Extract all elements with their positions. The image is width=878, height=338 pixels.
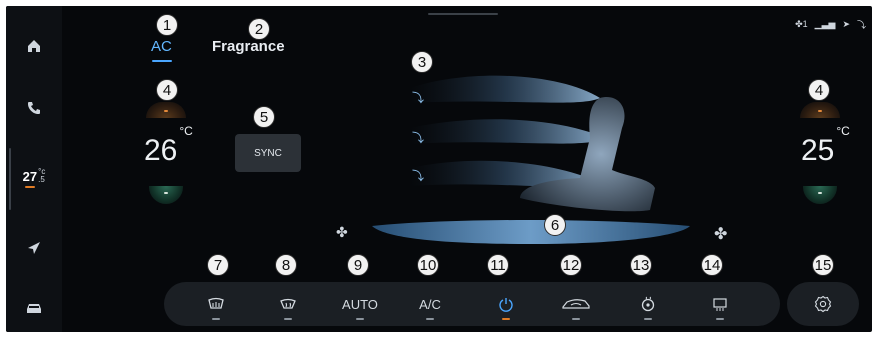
callout-9: 9 (347, 254, 369, 276)
status-bar: ✤1 ▁▃▅ ➤ ⤵ (795, 18, 866, 31)
left-temperature: 26°C (144, 124, 193, 168)
right-temp-up-button[interactable] (800, 102, 840, 118)
power-indicator (502, 318, 510, 320)
callout-14: 14 (701, 254, 723, 276)
rear-defrost-indicator (212, 318, 220, 320)
rear-defrost-button[interactable] (190, 282, 242, 326)
right-temp-down-button[interactable] (803, 186, 837, 204)
callout-10: 10 (417, 254, 439, 276)
rear-defrost-icon (208, 297, 224, 309)
seat-graphic (520, 97, 655, 212)
settings-icon (814, 295, 832, 313)
sidebar-temperature[interactable]: 27 °c .5 (6, 156, 62, 196)
ac-indicator (426, 318, 434, 320)
sidebar: 27 °c .5 (6, 6, 62, 332)
sidebar-phone[interactable] (6, 88, 62, 128)
left-temp-value: 26 (144, 134, 178, 167)
navigation-icon (28, 242, 40, 254)
front-defrost-button[interactable] (262, 282, 314, 326)
callout-4-left: 4 (156, 79, 178, 101)
airflow-upper (410, 75, 600, 103)
settings-button[interactable] (787, 282, 859, 326)
sidebar-temp-decimal: .5 (38, 175, 45, 184)
callout-7: 7 (207, 254, 229, 276)
sidebar-temp-value: 27 (22, 168, 38, 184)
callout-6: 6 (544, 214, 566, 236)
left-temp-down-button[interactable] (149, 186, 183, 204)
tab-active-indicator (152, 60, 172, 62)
front-defrost-icon (280, 298, 296, 309)
ac-button[interactable]: A/C (404, 282, 456, 326)
auto-label: AUTO (342, 296, 378, 312)
airflow-visual: ⤵ ⤵ ⤵ (350, 58, 710, 248)
vent-feet-icon: ⤵ (412, 169, 424, 183)
sidebar-vehicle[interactable] (6, 288, 62, 328)
callout-1: 1 (156, 14, 178, 36)
steering-wheel-heat-button[interactable] (622, 282, 674, 326)
floor-airflow (372, 220, 690, 244)
tab-ac[interactable]: AC (151, 38, 172, 55)
right-temp-unit: °C (836, 124, 850, 138)
right-temp-value: 25 (801, 134, 835, 167)
auto-indicator (356, 318, 364, 320)
callout-11: 11 (487, 254, 509, 276)
home-icon (28, 40, 40, 52)
callout-13: 13 (630, 254, 652, 276)
vent-body-icon: ⤵ (412, 131, 424, 145)
callout-3: 3 (411, 51, 433, 73)
left-temp-unit: °C (179, 124, 193, 138)
left-temp-up-button[interactable] (146, 102, 186, 118)
steering-wheel-heat-indicator (644, 318, 652, 320)
recirculation-indicator (572, 318, 580, 320)
callout-4-right: 4 (808, 79, 830, 101)
auto-button[interactable]: AUTO (334, 282, 386, 326)
vent-face-icon: ⤵ (412, 91, 424, 105)
callout-15: 15 (812, 254, 834, 276)
power-icon (499, 298, 513, 312)
seat-airflow-graphic: ⤵ ⤵ ⤵ (372, 75, 690, 244)
drag-handle[interactable] (428, 13, 498, 15)
signal-icon: ▁▃▅ (814, 19, 836, 29)
sidebar-navigation[interactable] (6, 228, 62, 268)
location-icon: ➤ (842, 19, 850, 29)
callout-8: 8 (275, 254, 297, 276)
recirculation-button[interactable] (550, 282, 602, 326)
airflow-status-icon: ⤵ (856, 20, 866, 30)
fan-speed-low-icon[interactable]: ✤ (336, 224, 348, 241)
callout-2: 2 (248, 18, 270, 40)
climate-control-bar: AUTO A/C (164, 282, 780, 326)
car-icon (27, 304, 41, 313)
sidebar-temp-bar (25, 186, 35, 188)
airflow-middle (410, 119, 605, 144)
tab-fragrance[interactable]: Fragrance (212, 38, 285, 55)
ac-label: A/C (419, 296, 441, 312)
right-temperature: 25°C (801, 124, 850, 168)
climate-screen: 27 °c .5 ✤1 ▁▃▅ ➤ ⤵ AC Fragrance 26°C SYN… (6, 6, 872, 332)
front-defrost-indicator (284, 318, 292, 320)
callout-5: 5 (253, 106, 275, 128)
window-defrost-indicator (716, 318, 724, 320)
window-defrost-button[interactable] (694, 282, 746, 326)
sidebar-home[interactable] (6, 26, 62, 66)
phone-icon (28, 102, 40, 114)
sync-button[interactable]: SYNC (235, 134, 301, 172)
callout-12: 12 (560, 254, 582, 276)
power-button[interactable] (480, 282, 532, 326)
steering-wheel-heat-icon (641, 296, 655, 312)
fan-speed-high-icon[interactable]: ✤ (714, 224, 727, 244)
fan-status-icon: ✤1 (795, 19, 808, 29)
air-recirculation-icon (562, 299, 590, 309)
window-defrost-icon (713, 298, 727, 311)
